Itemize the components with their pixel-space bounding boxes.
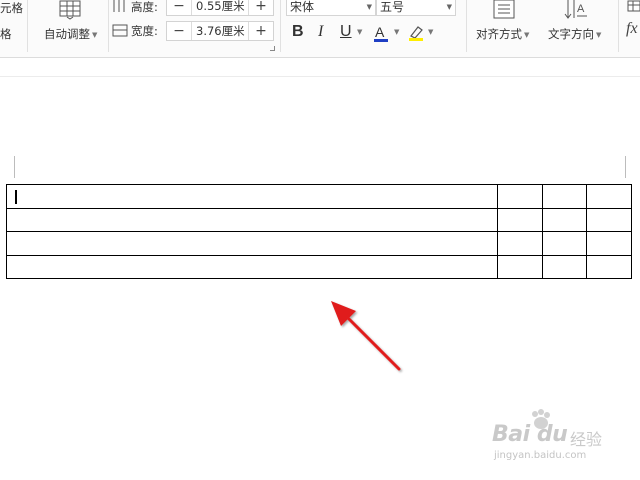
watermark-url: jingyan.baidu.com xyxy=(494,450,587,461)
watermark-logo: Bai du xyxy=(492,422,568,447)
watermark-brand: 经验 xyxy=(570,430,603,449)
watermark: Bai du 经验 jingyan.baidu.com xyxy=(492,408,632,466)
